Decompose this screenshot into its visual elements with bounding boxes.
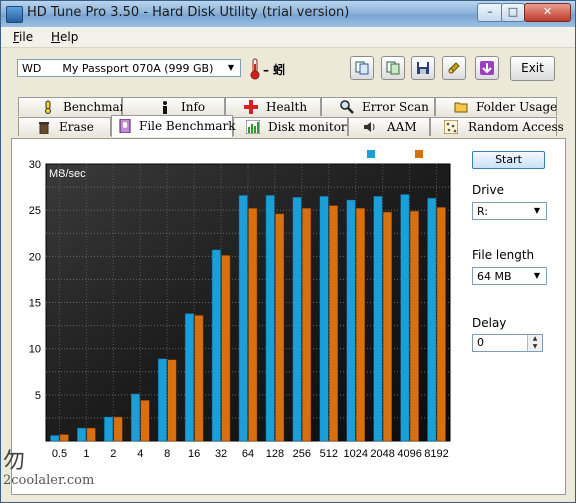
watermark-glyph: 勿: [3, 449, 26, 474]
x-tick-label: 64: [242, 448, 254, 460]
x-tick-label: 256: [293, 448, 311, 460]
bar-read: [373, 196, 383, 442]
chevron-down-icon: ▼: [533, 206, 541, 215]
bar-read: [292, 196, 302, 442]
y-tick-label: 10: [29, 344, 41, 356]
x-tick-label: 2: [110, 448, 116, 460]
bar-read: [184, 313, 194, 442]
watermark-text: 2coolaler.com: [3, 473, 95, 488]
drive-letter-select[interactable]: R: ▼: [472, 202, 547, 220]
bar-read: [319, 196, 329, 442]
bar-write: [167, 359, 177, 442]
bar-read: [265, 195, 275, 442]
file-length-select[interactable]: 64 MB ▼: [472, 267, 547, 285]
delay-value: 0: [477, 336, 484, 349]
bar-write: [382, 211, 392, 442]
bar-write: [59, 434, 69, 442]
y-tick-label: 20: [29, 251, 41, 263]
x-tick-label: 4: [137, 448, 143, 460]
bar-read: [400, 194, 410, 442]
tab-file-benchmark[interactable]: File Benchmark: [111, 115, 236, 137]
y-tick-label: 25: [29, 205, 41, 217]
chevron-down-icon: ▼: [533, 271, 541, 280]
legend-swatch-read: [367, 150, 375, 158]
y-tick-label: 30: [29, 159, 41, 171]
bar-write: [436, 207, 446, 442]
bar-write: [86, 427, 96, 442]
file-length-label: File length: [472, 248, 535, 262]
y-tick-label: 15: [29, 298, 41, 310]
drive-letter-value: R:: [477, 205, 489, 218]
x-tick-label: 128: [266, 448, 284, 460]
file-benchmark-icon: [119, 119, 131, 133]
bar-write: [275, 213, 285, 442]
x-tick-label: 512: [320, 448, 338, 460]
bar-write: [194, 315, 204, 442]
watermark: 勿 2coolaler.com: [3, 449, 95, 489]
bar-write: [329, 205, 339, 442]
start-button[interactable]: Start: [472, 151, 545, 169]
bar-read: [427, 197, 437, 442]
bar-write: [355, 208, 365, 442]
bar-read: [131, 393, 141, 442]
app-window: HD Tune Pro 3.50 - Hard Disk Utility (tr…: [0, 0, 576, 503]
y-axis-label: MB/sec: [49, 168, 86, 180]
delay-label: Delay: [472, 316, 507, 330]
legend-label-read: read: [378, 149, 400, 161]
bar-read: [238, 195, 248, 442]
x-tick-label: 32: [215, 448, 227, 460]
spin-down-icon[interactable]: ▼: [527, 343, 542, 351]
x-tick-label: 16: [188, 448, 200, 460]
bar-write: [140, 400, 150, 442]
bar-write: [409, 210, 419, 442]
x-tick-label: 4096: [397, 448, 421, 460]
bar-read: [77, 427, 87, 442]
bar-write: [113, 416, 123, 442]
x-tick-label: 8192: [424, 448, 448, 460]
bar-read: [104, 416, 114, 442]
file-length-value: 64 MB: [477, 270, 512, 283]
bar-read: [50, 435, 60, 442]
y-tick-label: 5: [35, 390, 41, 402]
bar-read: [211, 249, 221, 442]
x-tick-label: 2048: [370, 448, 394, 460]
bar-read: [157, 358, 167, 442]
spin-up-icon[interactable]: ▲: [527, 335, 542, 343]
x-tick-label: 1024: [343, 448, 367, 460]
bar-write: [221, 255, 231, 442]
drive-label: Drive: [472, 183, 504, 197]
legend-label-write: write: [425, 149, 449, 161]
bar-write: [302, 208, 312, 442]
bar-write: [248, 208, 258, 442]
legend-swatch-write: [415, 150, 423, 158]
bar-read: [346, 199, 356, 442]
delay-spinner[interactable]: 0 ▲ ▼: [472, 334, 543, 352]
x-tick-label: 8: [164, 448, 170, 460]
